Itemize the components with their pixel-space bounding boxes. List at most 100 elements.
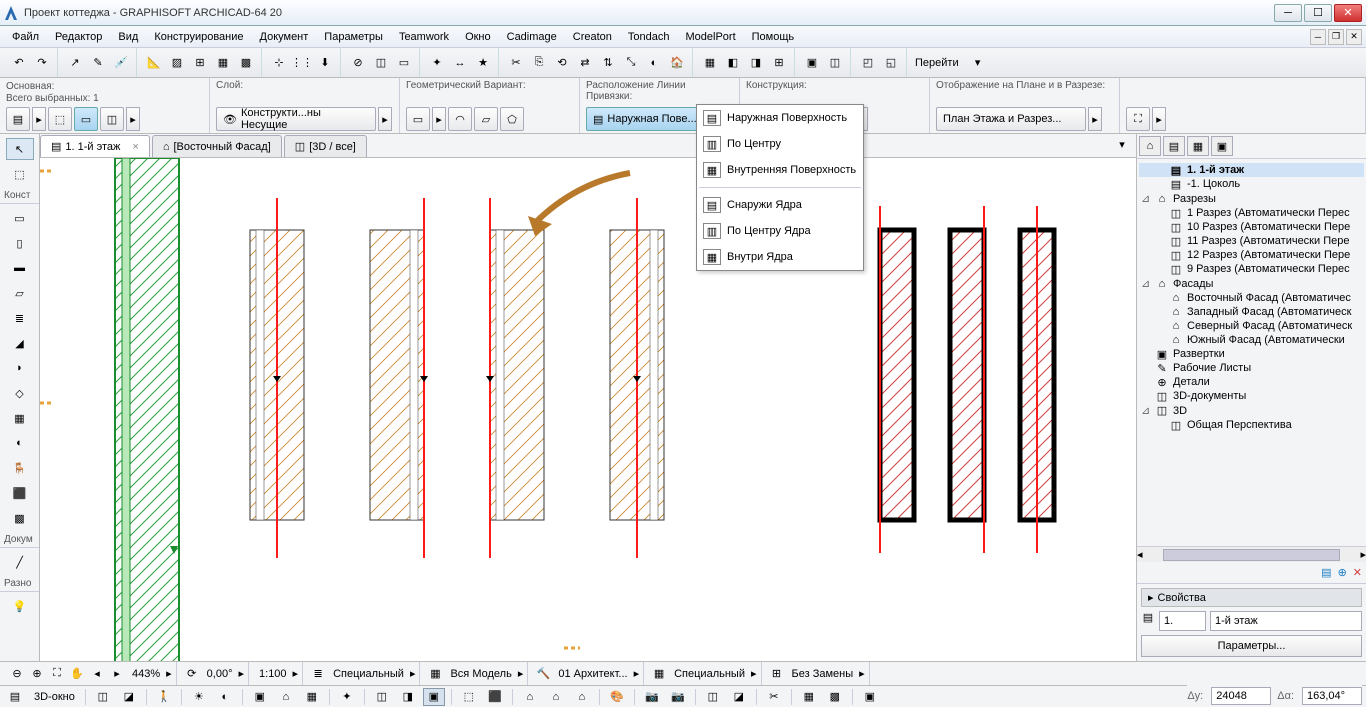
- props-header[interactable]: ▸ Свойства: [1141, 588, 1362, 607]
- bb-view2[interactable]: ◨: [397, 688, 419, 706]
- beam-tool[interactable]: ▬: [6, 257, 34, 279]
- sb-model[interactable]: Вся Модель: [446, 668, 515, 680]
- nav1-icon[interactable]: ◰: [857, 52, 879, 74]
- menu-creaton[interactable]: Creaton: [565, 29, 620, 45]
- guideline-icon[interactable]: ▨: [166, 52, 188, 74]
- bb-exp2[interactable]: ◪: [728, 688, 750, 706]
- sb-override[interactable]: Без Замены: [788, 668, 858, 680]
- dd-core-center[interactable]: ▥По Центру Ядра: [697, 218, 863, 244]
- tree-worksheets[interactable]: ✎Рабочие Листы: [1139, 361, 1364, 375]
- layer-combo-icon[interactable]: ≣: [309, 665, 327, 683]
- nav-tab-project[interactable]: ⌂: [1139, 136, 1161, 156]
- mesh-tool[interactable]: ▩: [6, 507, 34, 529]
- edit3-icon[interactable]: ⟲: [551, 52, 573, 74]
- new-view-icon[interactable]: ▤: [1321, 566, 1331, 579]
- bb-3dview[interactable]: 3D-окно: [30, 691, 79, 703]
- bb-render-icon[interactable]: 🎨: [606, 688, 628, 706]
- shell-tool[interactable]: ◗: [6, 357, 34, 379]
- bb-tool1[interactable]: ✂: [763, 688, 785, 706]
- angle-value[interactable]: 0,00°: [203, 668, 237, 680]
- tab-close-icon[interactable]: ×: [132, 141, 138, 153]
- wall-settings-icon[interactable]: ▤: [6, 107, 30, 131]
- display-more[interactable]: ▸: [1088, 107, 1102, 131]
- tree-sec1[interactable]: ◫1 Разрез (Автоматически Перес: [1139, 206, 1364, 220]
- edit8-icon[interactable]: 🏠: [666, 52, 688, 74]
- edit2-icon[interactable]: ⎘: [528, 52, 550, 74]
- tree-el-east[interactable]: ⌂Восточный Фасад (Автоматичес: [1139, 291, 1364, 305]
- params-button[interactable]: Параметры...: [1141, 635, 1362, 657]
- bb-grp3[interactable]: ▦: [301, 688, 323, 706]
- infobox-end-icon[interactable]: ⛶: [1126, 107, 1150, 131]
- trace-icon[interactable]: ◫: [370, 52, 392, 74]
- marquee-tool[interactable]: ⬚: [6, 163, 34, 185]
- dd-core-outside[interactable]: ▤Снаружи Ядра: [697, 192, 863, 218]
- tab-floor1[interactable]: ▤ 1. 1-й этаж ×: [40, 135, 150, 157]
- trace2-icon[interactable]: ▭: [393, 52, 415, 74]
- bb-tool3[interactable]: ▩: [824, 688, 846, 706]
- show3-icon[interactable]: ◨: [745, 52, 767, 74]
- magic-icon[interactable]: ✦: [426, 52, 448, 74]
- tree-sec9[interactable]: ◫9 Разрез (Автоматически Перес: [1139, 262, 1364, 276]
- new-folder-icon[interactable]: ⊕: [1338, 566, 1347, 579]
- morph-tool[interactable]: ◐: [6, 432, 34, 454]
- grid-icon[interactable]: ⊹: [268, 52, 290, 74]
- redo-button[interactable]: ↷: [31, 52, 53, 74]
- pick-button[interactable]: ↗: [64, 52, 86, 74]
- scale-value[interactable]: 1:100: [255, 668, 291, 680]
- tree-sec12[interactable]: ◫12 Разрез (Автоматически Пере: [1139, 248, 1364, 262]
- nav-hscroll[interactable]: ◂▸: [1137, 546, 1366, 562]
- goto-label[interactable]: Перейти: [909, 57, 965, 69]
- tree-details[interactable]: ⊕Детали: [1139, 375, 1364, 389]
- coord-dy-value[interactable]: 24048: [1211, 687, 1271, 705]
- tree-sec10[interactable]: ◫10 Разрез (Автоматически Пере: [1139, 220, 1364, 234]
- maximize-button[interactable]: ☐: [1304, 4, 1332, 22]
- view1-icon[interactable]: ▣: [801, 52, 823, 74]
- infobox-more1[interactable]: ▸: [126, 107, 140, 131]
- orientation-icon[interactable]: ⟳: [183, 665, 201, 683]
- bb-cam1[interactable]: 📷: [641, 688, 663, 706]
- refline-selector[interactable]: ▤ Наружная Пове...: [586, 107, 706, 131]
- zoom-fit-icon[interactable]: ⛶: [48, 665, 66, 683]
- tree-el-west[interactable]: ⌂Западный Фасад (Автоматическ: [1139, 305, 1364, 319]
- bb-marquee1[interactable]: ⬚: [458, 688, 480, 706]
- gravity-icon[interactable]: ⬇: [314, 52, 336, 74]
- select-all-icon[interactable]: ⬚: [48, 107, 72, 131]
- bb-sun-icon[interactable]: ☀: [188, 688, 210, 706]
- menu-parameters[interactable]: Параметры: [316, 29, 391, 45]
- model-view-icon[interactable]: ▦: [426, 665, 444, 683]
- view2-icon[interactable]: ◫: [824, 52, 846, 74]
- edit1-icon[interactable]: ✂: [505, 52, 527, 74]
- skylight-tool[interactable]: ◇: [6, 382, 34, 404]
- show1-icon[interactable]: ▦: [699, 52, 721, 74]
- geom-trapezoid-icon[interactable]: ▱: [474, 107, 498, 131]
- goto-dropdown[interactable]: ▾: [967, 52, 989, 74]
- edit5-icon[interactable]: ⇅: [597, 52, 619, 74]
- curtain-tool[interactable]: ▦: [6, 407, 34, 429]
- renov-icon[interactable]: 🔨: [534, 665, 552, 683]
- menu-modelport[interactable]: ModelPort: [678, 29, 744, 45]
- tabs-nav-button[interactable]: ▾: [1108, 133, 1136, 155]
- tree-elevations[interactable]: ⊿⌂Фасады: [1139, 276, 1364, 291]
- snap2-icon[interactable]: ▦: [212, 52, 234, 74]
- pen-set-icon[interactable]: ▦: [650, 665, 668, 683]
- bb-marquee2[interactable]: ⬛: [484, 688, 506, 706]
- navigator-tree[interactable]: ▤1. 1-й этаж ▤-1. Цоколь ⊿⌂Разрезы ◫1 Ра…: [1137, 159, 1366, 546]
- zoom-pan-icon[interactable]: ✋: [68, 665, 86, 683]
- tree-floor1[interactable]: ▤1. 1-й этаж: [1139, 163, 1364, 177]
- slab-tool[interactable]: ▱: [6, 282, 34, 304]
- nav-tab-layout[interactable]: ▦: [1187, 136, 1209, 156]
- zone-tool[interactable]: ⬛: [6, 482, 34, 504]
- drawing-canvas[interactable]: [40, 158, 1136, 661]
- snap-icon[interactable]: ⊞: [189, 52, 211, 74]
- minimize-button[interactable]: ─: [1274, 4, 1302, 22]
- lamp-tool[interactable]: 💡: [6, 595, 34, 617]
- bb-grp1[interactable]: ▣: [249, 688, 271, 706]
- sb-special1[interactable]: Специальный: [329, 668, 408, 680]
- menu-document[interactable]: Документ: [252, 29, 317, 45]
- bb-exp1[interactable]: ◫: [702, 688, 724, 706]
- show4-icon[interactable]: ⊞: [768, 52, 790, 74]
- mdi-minimize[interactable]: ─: [1310, 29, 1326, 45]
- menu-file[interactable]: Файл: [4, 29, 47, 45]
- bb-shadow-icon[interactable]: ◐: [214, 688, 236, 706]
- bb-new-tab[interactable]: ▤: [4, 688, 26, 706]
